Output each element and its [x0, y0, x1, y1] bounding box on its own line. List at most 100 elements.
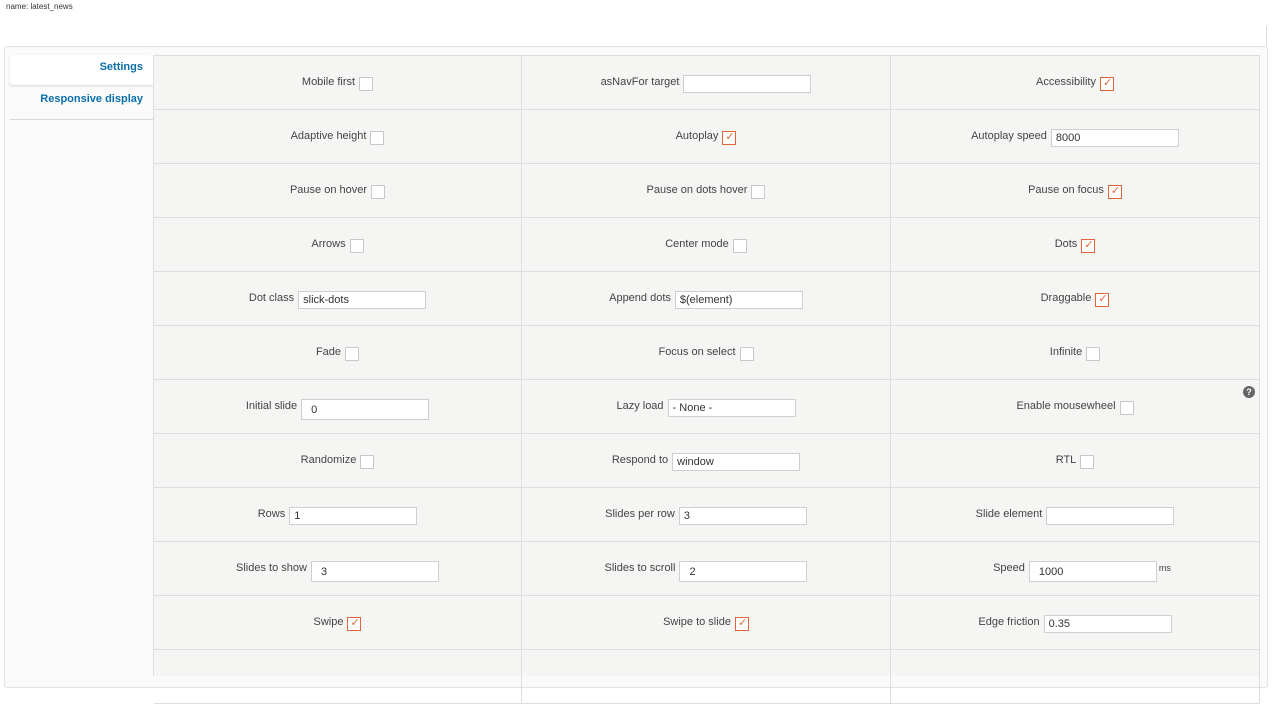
randomize-checkbox[interactable]	[360, 454, 375, 469]
pause-on-focus-label: Pause on focus	[1028, 183, 1104, 196]
respond-to-label: Respond to	[611, 453, 669, 466]
dot-class-input[interactable]	[298, 290, 427, 309]
cell-center-mode: Center mode	[522, 218, 891, 272]
cell-mobile-first: Mobile first	[154, 56, 522, 110]
cell-slides-to-scroll: Slides to scroll	[522, 542, 891, 596]
cell-slides-per-row: Slides per row	[522, 488, 891, 542]
pause-on-hover-checkbox[interactable]	[371, 184, 386, 199]
mobile-first-checkbox[interactable]	[359, 76, 374, 91]
slides-to-scroll-label: Slides to scroll	[604, 561, 676, 574]
infinite-checkbox[interactable]	[1086, 346, 1101, 361]
cell-empty-2	[522, 650, 891, 704]
cell-rtl: RTL	[891, 434, 1260, 488]
cell-speed: Speed ms	[891, 542, 1260, 596]
swipe-label: Swipe	[313, 615, 344, 628]
cell-enable-mousewheel: Enable mousewheel ?	[891, 380, 1260, 434]
lazy-load-select[interactable]	[667, 398, 796, 417]
cell-fade: Fade	[154, 326, 522, 380]
divider	[1266, 26, 1267, 46]
edge-friction-input[interactable]	[1043, 614, 1172, 633]
speed-input[interactable]	[1028, 561, 1157, 582]
cell-dot-class: Dot class	[154, 272, 522, 326]
focus-on-select-checkbox[interactable]	[739, 346, 754, 361]
autoplay-speed-input[interactable]	[1050, 128, 1179, 147]
accessibility-checkbox[interactable]	[1099, 76, 1114, 91]
append-dots-input[interactable]	[674, 290, 803, 309]
cell-swipe-to-slide: Swipe to slide	[522, 596, 891, 650]
dots-checkbox[interactable]	[1081, 238, 1096, 253]
dots-label: Dots	[1054, 237, 1078, 250]
initial-slide-label: Initial slide	[245, 399, 298, 412]
slides-to-scroll-input[interactable]	[679, 561, 808, 582]
cell-pause-on-focus: Pause on focus	[891, 164, 1260, 218]
focus-on-select-label: Focus on select	[658, 345, 736, 358]
vertical-tabs: Settings Responsive display	[10, 55, 153, 120]
adaptive-height-checkbox[interactable]	[370, 130, 385, 145]
slide-element-input[interactable]	[1046, 506, 1175, 525]
cell-adaptive-height: Adaptive height	[154, 110, 522, 164]
swipe-to-slide-checkbox[interactable]	[734, 616, 749, 631]
as-nav-for-label: asNavFor target	[600, 75, 680, 88]
rtl-checkbox[interactable]	[1080, 454, 1095, 469]
pause-on-dots-hover-checkbox[interactable]	[751, 184, 766, 199]
cell-edge-friction: Edge friction	[891, 596, 1260, 650]
mobile-first-label: Mobile first	[301, 75, 356, 88]
cell-rows: Rows	[154, 488, 522, 542]
enable-mousewheel-label: Enable mousewheel	[1016, 399, 1116, 412]
cell-as-nav-for: asNavFor target	[522, 56, 891, 110]
cell-respond-to: Respond to	[522, 434, 891, 488]
cell-focus-on-select: Focus on select	[522, 326, 891, 380]
arrows-checkbox[interactable]	[349, 238, 364, 253]
cell-swipe: Swipe	[154, 596, 522, 650]
cell-slides-to-show: Slides to show	[154, 542, 522, 596]
cell-slide-element: Slide element	[891, 488, 1260, 542]
cell-autoplay: Autoplay	[522, 110, 891, 164]
fade-label: Fade	[315, 345, 342, 358]
swipe-to-slide-label: Swipe to slide	[663, 615, 731, 628]
slides-per-row-input[interactable]	[678, 506, 807, 525]
fade-checkbox[interactable]	[345, 346, 360, 361]
cell-accessibility: Accessibility	[891, 56, 1260, 110]
as-nav-for-input[interactable]	[683, 74, 812, 93]
tab-responsive-display[interactable]: Responsive display	[10, 87, 153, 117]
initial-slide-input[interactable]	[301, 399, 430, 420]
rows-input[interactable]	[289, 506, 418, 525]
cell-empty-3	[891, 650, 1260, 704]
slides-per-row-label: Slides per row	[605, 507, 675, 520]
adaptive-height-label: Adaptive height	[290, 129, 367, 142]
enable-mousewheel-checkbox[interactable]	[1119, 400, 1134, 415]
help-icon[interactable]: ?	[1243, 386, 1255, 398]
entity-name-line: name: latest_news	[6, 2, 73, 11]
swipe-checkbox[interactable]	[347, 616, 362, 631]
cell-autoplay-speed: Autoplay speed	[891, 110, 1260, 164]
tab-settings[interactable]: Settings	[10, 55, 153, 85]
rows-label: Rows	[257, 507, 286, 520]
pause-on-hover-label: Pause on hover	[289, 183, 368, 196]
speed-label: Speed	[993, 561, 1025, 574]
center-mode-checkbox[interactable]	[732, 238, 747, 253]
edge-friction-label: Edge friction	[978, 615, 1040, 628]
cell-dots: Dots	[891, 218, 1260, 272]
draggable-checkbox[interactable]	[1095, 292, 1110, 307]
cell-arrows: Arrows	[154, 218, 522, 272]
draggable-label: Draggable	[1040, 291, 1092, 304]
pause-on-focus-checkbox[interactable]	[1107, 184, 1122, 199]
arrows-label: Arrows	[311, 237, 346, 250]
dot-class-label: Dot class	[248, 291, 295, 304]
cell-lazy-load: Lazy load	[522, 380, 891, 434]
slides-to-show-label: Slides to show	[236, 561, 307, 574]
autoplay-label: Autoplay	[675, 129, 719, 142]
cell-pause-on-hover: Pause on hover	[154, 164, 522, 218]
center-mode-label: Center mode	[665, 237, 729, 250]
autoplay-speed-label: Autoplay speed	[971, 129, 1047, 142]
append-dots-label: Append dots	[609, 291, 671, 304]
cell-initial-slide: Initial slide	[154, 380, 522, 434]
cell-empty-1	[154, 650, 522, 704]
speed-unit: ms	[1158, 563, 1171, 573]
respond-to-input[interactable]	[672, 452, 801, 471]
lazy-load-label: Lazy load	[616, 399, 664, 412]
slides-to-show-input[interactable]	[310, 561, 439, 582]
randomize-label: Randomize	[300, 453, 357, 466]
pause-on-dots-hover-label: Pause on dots hover	[646, 183, 748, 196]
autoplay-checkbox[interactable]	[722, 130, 737, 145]
